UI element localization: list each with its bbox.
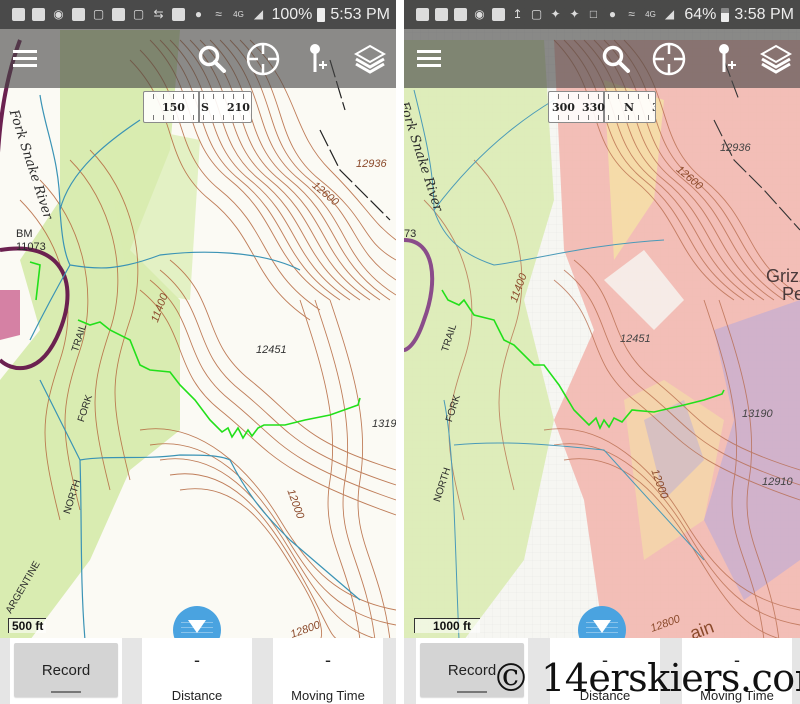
elevation-label: 12910: [762, 476, 793, 488]
triangle-down-icon: [593, 619, 611, 633]
wifi-icon: ≈: [628, 7, 635, 21]
compass-heading-strip: 150 S 210: [143, 91, 252, 123]
panel-divider: [396, 0, 404, 704]
crosshair-locate-icon: [246, 42, 280, 76]
compass-label: 150: [162, 101, 185, 114]
add-waypoint-icon: [310, 44, 327, 72]
compass-label: N: [624, 101, 635, 114]
gallery-icon: [492, 8, 505, 21]
sync-icon: □: [589, 7, 598, 21]
signal-icon: ◢: [664, 7, 675, 21]
map-scale: 1000 ft: [414, 618, 480, 633]
layers-button[interactable]: [756, 39, 796, 79]
map-label-bm-elevation: 73: [404, 228, 417, 240]
right-screenshot-panel: Fork Snake River 73 TRAIL FORK NORTH 129…: [404, 0, 800, 704]
left-screenshot-panel: Fork Snake River BM 11073 TRAIL FORK NOR…: [0, 0, 396, 704]
location-icon: ●: [608, 7, 617, 21]
record-label: Record: [41, 661, 91, 679]
flipboard-icon: [112, 8, 125, 21]
status-bar: ◉ ↥ ▢ ✦ ✦ □ ● ≈ 4G ◢ 64% 3:58 PM: [404, 0, 800, 29]
facebook-icon: [32, 8, 45, 21]
retweet-icon: ⇆: [153, 7, 164, 21]
instagram-icon: ▢: [530, 7, 543, 21]
search-button[interactable]: [192, 39, 232, 79]
photo-icon: [172, 8, 185, 21]
record-button[interactable]: Record: [14, 643, 118, 697]
search-button[interactable]: [596, 39, 636, 79]
elevation-label: 13190: [372, 418, 396, 430]
notification-icons: ◉ ↥ ▢ ✦ ✦ □ ● ≈ 4G ◢: [416, 8, 684, 21]
compass-label: 330: [582, 101, 605, 114]
add-waypoint-icon: [719, 44, 736, 72]
gallery-icon: [72, 8, 85, 21]
pinterest-icon: ◉: [53, 7, 64, 21]
instagram-icon: ▢: [92, 7, 105, 21]
lte-icon: 4G: [645, 10, 656, 19]
layers-icon: [760, 44, 792, 74]
layers-button[interactable]: [350, 39, 390, 79]
map-toolbar: [0, 29, 396, 88]
layers-icon: [354, 44, 386, 74]
elevation-label: 12451: [256, 344, 287, 356]
messenger-icon: [416, 8, 429, 21]
facebook-icon: [435, 8, 448, 21]
signal-icon: ◢: [253, 7, 264, 21]
compass-heading-strip: 300 330 N 3: [548, 91, 656, 123]
lte-icon: 4G: [233, 10, 244, 19]
map-scale: 500 ft: [8, 618, 47, 633]
compass-label: 300: [552, 101, 575, 114]
parking-area: [0, 290, 20, 340]
peak-name-label: Pe: [782, 284, 800, 304]
locate-button[interactable]: [649, 39, 689, 79]
status-bar: ◉ ▢ ▢ ⇆ ● ≈ 4G ◢ 100% 5:53 PM: [0, 0, 396, 29]
pinterest-icon: ◉: [474, 7, 485, 21]
notification-icons: ◉ ▢ ▢ ⇆ ● ≈ 4G ◢: [12, 8, 271, 21]
clock: 5:53 PM: [330, 5, 390, 23]
add-waypoint-button[interactable]: [298, 39, 338, 79]
messenger-icon: [12, 8, 25, 21]
record-label: Record: [447, 661, 497, 679]
location-icon: ●: [194, 7, 203, 21]
compass-label: 210: [227, 101, 250, 114]
record-card: Record: [10, 638, 122, 704]
elevation-label: 12936: [720, 142, 751, 154]
search-icon: [198, 45, 226, 73]
elevation-label: 12451: [620, 333, 651, 345]
facebook-icon: [454, 8, 467, 21]
elevation-label: 13190: [742, 408, 773, 420]
menu-icon: [417, 50, 441, 67]
upload-icon: ↥: [512, 7, 523, 21]
compass-label: 3: [652, 101, 655, 114]
menu-button[interactable]: [410, 39, 450, 79]
add-waypoint-button[interactable]: [707, 39, 747, 79]
menu-icon: [13, 50, 37, 67]
crosshair-locate-icon: [652, 42, 686, 76]
locate-button[interactable]: [243, 39, 283, 79]
elevation-label: 12936: [356, 158, 387, 170]
compass-label: S: [201, 101, 209, 114]
moving-time-card: - Moving Time: [273, 638, 383, 704]
triangle-down-icon: [188, 619, 206, 633]
distance-label: Distance: [171, 688, 223, 703]
battery-icon: [721, 7, 730, 22]
map-label-bm: BM: [16, 228, 33, 240]
twitter-icon: ✦: [550, 7, 561, 21]
moving-time-label: Moving Time: [291, 688, 365, 703]
instagram-icon: ▢: [132, 7, 145, 21]
battery-icon: [317, 7, 326, 22]
clock: 3:58 PM: [734, 5, 794, 23]
twitter-icon: ✦: [569, 7, 580, 21]
map-label-bm-elevation: 11073: [16, 241, 46, 253]
distance-value: -: [194, 650, 200, 670]
wifi-icon: ≈: [215, 7, 222, 21]
search-icon: [602, 45, 630, 73]
battery-percent: 64%: [684, 5, 717, 23]
battery-percent: 100%: [271, 5, 313, 23]
copyright-watermark: © 14erskiers.com: [492, 656, 800, 700]
moving-time-value: -: [325, 650, 331, 670]
tracking-bar: Record - Distance - Moving Time: [0, 638, 396, 704]
menu-button[interactable]: [6, 39, 46, 79]
distance-card: - Distance: [142, 638, 252, 704]
map-toolbar: [404, 29, 800, 88]
